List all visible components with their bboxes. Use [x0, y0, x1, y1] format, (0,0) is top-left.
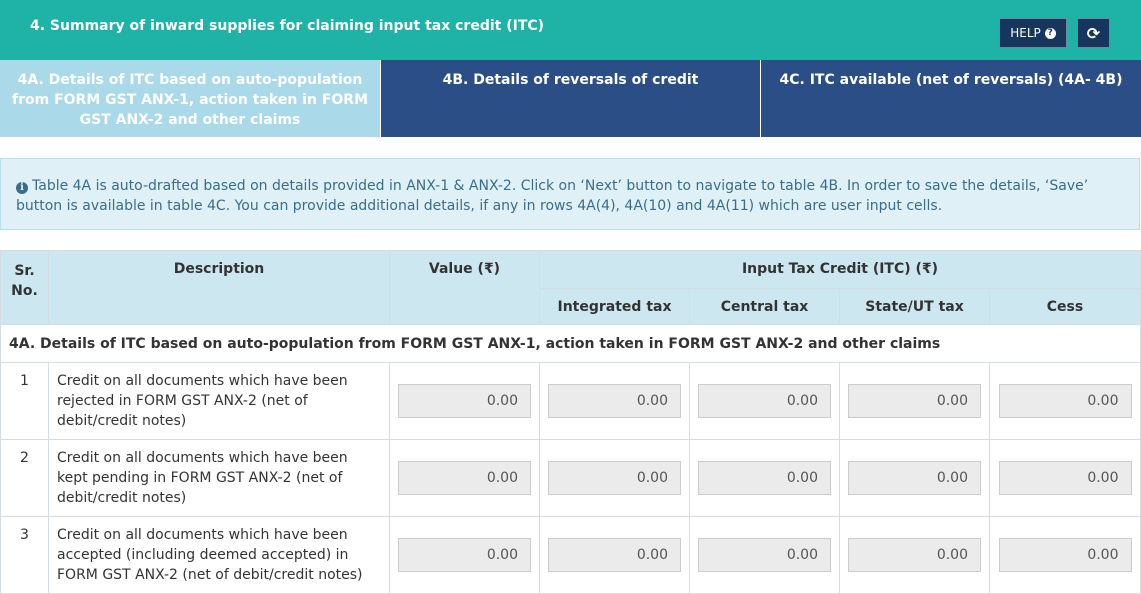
value-input[interactable] [398, 384, 531, 418]
header-state-tax: State/UT tax [839, 288, 990, 325]
refresh-icon: ⟳ [1086, 23, 1101, 43]
central-tax-input[interactable] [698, 538, 831, 572]
row-sr: 1 [0, 362, 49, 440]
integrated-tax-input[interactable] [548, 538, 681, 572]
header-sr-no: Sr. No. [0, 250, 49, 325]
section-header: 4. Summary of inward supplies for claimi… [0, 0, 1141, 60]
info-icon: i [16, 182, 28, 194]
table-row: 3 Credit on all documents which have bee… [0, 516, 1141, 594]
central-tax-input[interactable] [698, 384, 831, 418]
row-sr: 2 [0, 439, 49, 517]
row-description: Credit on all documents which have been … [48, 516, 390, 594]
help-button[interactable]: HELP ? [999, 18, 1067, 48]
row-description: Credit on all documents which have been … [48, 362, 390, 440]
row-description: Credit on all documents which have been … [48, 439, 390, 517]
integrated-tax-input[interactable] [548, 461, 681, 495]
row-sr: 3 [0, 516, 49, 594]
cess-input[interactable] [998, 384, 1132, 418]
header-value: Value (₹) [389, 250, 540, 325]
header-itc: Input Tax Credit (ITC) (₹) [538, 250, 1141, 289]
question-icon: ? [1044, 27, 1056, 39]
table-row: 2 Credit on all documents which have bee… [0, 439, 1141, 517]
itc-table: Sr. No. Description Value (₹) Input Tax … [0, 250, 1141, 594]
tab-4c[interactable]: 4C. ITC available (net of reversals) (4A… [760, 60, 1141, 137]
refresh-button[interactable]: ⟳ [1077, 18, 1110, 48]
cess-input[interactable] [998, 461, 1132, 495]
integrated-tax-input[interactable] [548, 384, 681, 418]
section-title-4a: 4A. Details of ITC based on auto-populat… [0, 324, 1141, 363]
page-title: 4. Summary of inward supplies for claimi… [30, 18, 545, 34]
tab-bar: 4A. Details of ITC based on auto-populat… [0, 60, 1141, 137]
tab-4a[interactable]: 4A. Details of ITC based on auto-populat… [0, 60, 380, 137]
table-row: 1 Credit on all documents which have bee… [0, 362, 1141, 440]
info-text: Table 4A is auto-drafted based on detail… [16, 178, 1089, 214]
header-cess: Cess [988, 288, 1141, 325]
help-label: HELP [1010, 26, 1041, 40]
value-input[interactable] [398, 461, 531, 495]
state-tax-input[interactable] [848, 384, 981, 418]
header-description: Description [48, 250, 390, 325]
central-tax-input[interactable] [698, 461, 831, 495]
header-integrated-tax: Integrated tax [539, 288, 690, 325]
header-central-tax: Central tax [689, 288, 840, 325]
cess-input[interactable] [998, 538, 1132, 572]
state-tax-input[interactable] [848, 538, 981, 572]
state-tax-input[interactable] [848, 461, 981, 495]
tab-4b[interactable]: 4B. Details of reversals of credit [380, 60, 760, 137]
value-input[interactable] [398, 538, 531, 572]
info-banner: i Table 4A is auto-drafted based on detai… [0, 158, 1140, 230]
